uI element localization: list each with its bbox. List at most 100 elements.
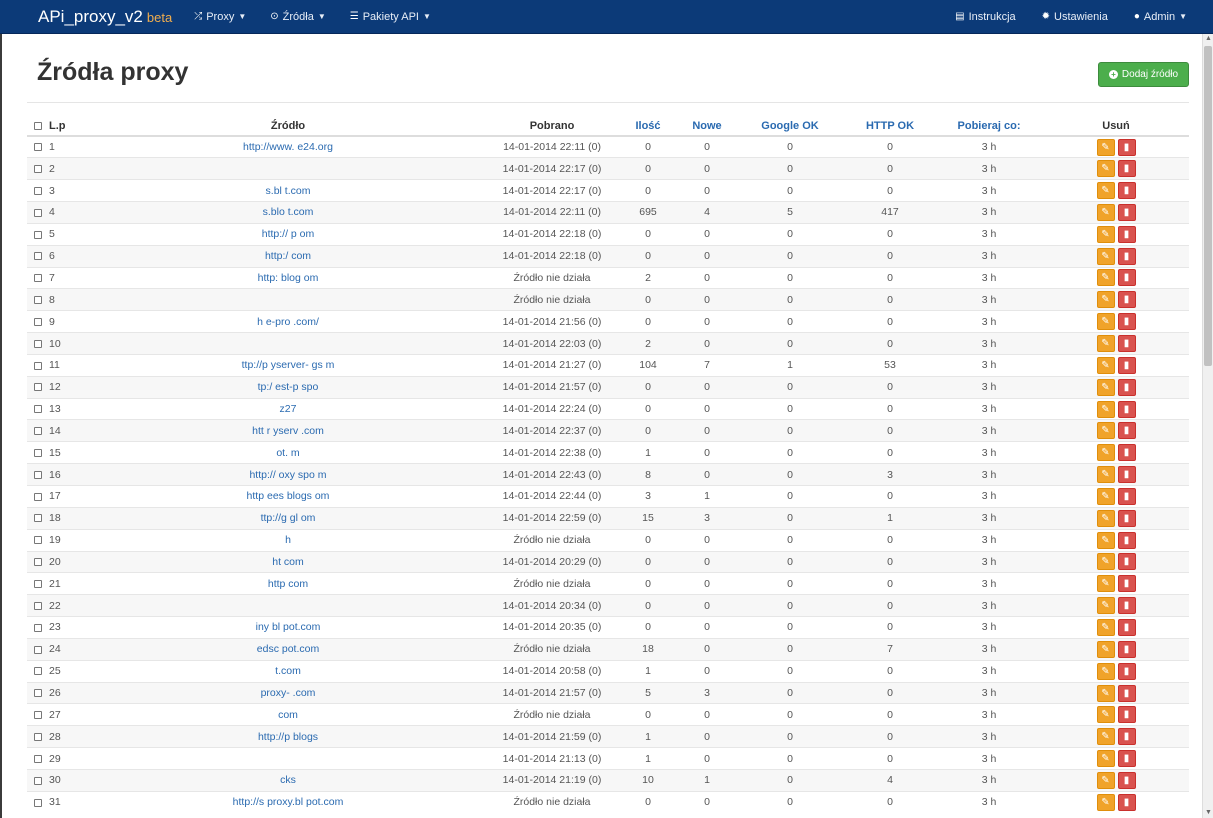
edit-pencil-icon[interactable]: ✎	[1096, 444, 1115, 462]
row-source[interactable]	[89, 157, 487, 180]
row-checkbox[interactable]	[34, 252, 42, 261]
delete-trash-icon[interactable]: ▮	[1117, 313, 1136, 331]
delete-trash-icon[interactable]: ▮	[1117, 378, 1136, 396]
edit-pencil-icon[interactable]: ✎	[1096, 138, 1115, 156]
edit-pencil-icon[interactable]: ✎	[1096, 618, 1115, 636]
delete-trash-icon[interactable]: ▮	[1117, 466, 1136, 484]
nav-proxy-menu[interactable]: ⤮ Proxy ▼	[194, 11, 246, 23]
row-checkbox[interactable]	[34, 711, 42, 720]
row-source[interactable]: http:// oxy spo m	[89, 463, 487, 486]
add-source-button[interactable]: + Dodaj źródło	[1098, 62, 1189, 87]
edit-pencil-icon[interactable]: ✎	[1096, 203, 1115, 221]
edit-pencil-icon[interactable]: ✎	[1096, 706, 1115, 724]
edit-pencil-icon[interactable]: ✎	[1096, 575, 1115, 593]
row-source[interactable]: com	[89, 703, 487, 726]
row-source[interactable]: http ees blogs om	[89, 485, 487, 508]
row-checkbox[interactable]	[34, 143, 42, 152]
edit-pencil-icon[interactable]: ✎	[1096, 487, 1115, 505]
delete-trash-icon[interactable]: ▮	[1117, 444, 1136, 462]
row-source[interactable]	[89, 747, 487, 770]
row-checkbox[interactable]	[34, 405, 42, 414]
edit-pencil-icon[interactable]: ✎	[1096, 793, 1115, 811]
row-source[interactable]: s.blo t.com	[89, 201, 487, 224]
row-checkbox[interactable]	[34, 383, 42, 392]
nav-zrodla-menu[interactable]: ⊙ Źródła ▼	[270, 11, 326, 23]
row-source[interactable]: tp:/ est-p spo	[89, 375, 487, 399]
col-new[interactable]: Nowe	[679, 117, 735, 137]
row-source[interactable]	[89, 594, 487, 617]
delete-trash-icon[interactable]: ▮	[1117, 509, 1136, 527]
row-checkbox[interactable]	[34, 230, 42, 239]
col-http-ok[interactable]: HTTP OK	[845, 117, 935, 137]
row-checkbox[interactable]	[34, 339, 42, 348]
nav-instrukcja[interactable]: ▤ Instrukcja	[955, 11, 1016, 23]
row-checkbox[interactable]	[34, 558, 42, 567]
delete-trash-icon[interactable]: ▮	[1117, 182, 1136, 200]
row-source[interactable]: cks	[89, 768, 487, 792]
row-source[interactable]: iny bl pot.com	[89, 616, 487, 639]
edit-pencil-icon[interactable]: ✎	[1096, 291, 1115, 309]
delete-trash-icon[interactable]: ▮	[1117, 662, 1136, 680]
row-checkbox[interactable]	[34, 667, 42, 676]
edit-pencil-icon[interactable]: ✎	[1096, 225, 1115, 243]
row-checkbox[interactable]	[34, 689, 42, 698]
edit-pencil-icon[interactable]: ✎	[1096, 771, 1115, 789]
nav-pakiety-menu[interactable]: ☰ Pakiety API ▼	[350, 11, 431, 23]
edit-pencil-icon[interactable]: ✎	[1096, 378, 1115, 396]
row-source[interactable]: http:// p om	[89, 222, 487, 246]
row-checkbox[interactable]	[34, 776, 42, 785]
row-source[interactable]: ttp://g gl om	[89, 506, 487, 530]
edit-pencil-icon[interactable]: ✎	[1096, 269, 1115, 287]
row-source[interactable]: t.com	[89, 659, 487, 683]
edit-pencil-icon[interactable]: ✎	[1096, 182, 1115, 200]
delete-trash-icon[interactable]: ▮	[1117, 771, 1136, 789]
scrollbar[interactable]: ▲ ▼	[1202, 34, 1213, 818]
row-checkbox[interactable]	[34, 427, 42, 436]
select-all-checkbox[interactable]	[34, 122, 42, 131]
delete-trash-icon[interactable]: ▮	[1117, 160, 1136, 178]
row-checkbox[interactable]	[34, 164, 42, 173]
delete-trash-icon[interactable]: ▮	[1117, 793, 1136, 811]
row-source[interactable]	[89, 288, 487, 311]
edit-pencil-icon[interactable]: ✎	[1096, 160, 1115, 178]
scroll-up-icon[interactable]: ▲	[1203, 34, 1213, 44]
row-source[interactable]: edsc pot.com	[89, 637, 487, 661]
row-checkbox[interactable]	[34, 580, 42, 589]
row-source[interactable]: proxy- .com	[89, 681, 487, 704]
row-checkbox[interactable]	[34, 208, 42, 217]
edit-pencil-icon[interactable]: ✎	[1096, 400, 1115, 418]
row-source[interactable]: http com	[89, 572, 487, 595]
row-source[interactable]: http://www. e24.org	[89, 135, 487, 158]
row-checkbox[interactable]	[34, 492, 42, 501]
row-checkbox[interactable]	[34, 448, 42, 457]
row-checkbox[interactable]	[34, 601, 42, 610]
row-source[interactable]: ttp://p yserver- gs m	[89, 353, 487, 377]
delete-trash-icon[interactable]: ▮	[1117, 138, 1136, 156]
row-checkbox[interactable]	[34, 274, 42, 283]
edit-pencil-icon[interactable]: ✎	[1096, 356, 1115, 374]
col-fetch-every[interactable]: Pobieraj co:	[935, 117, 1043, 137]
row-source[interactable]: s.bl t.com	[89, 179, 487, 202]
delete-trash-icon[interactable]: ▮	[1117, 728, 1136, 746]
row-checkbox[interactable]	[34, 623, 42, 632]
row-checkbox[interactable]	[34, 754, 42, 763]
delete-trash-icon[interactable]: ▮	[1117, 618, 1136, 636]
edit-pencil-icon[interactable]: ✎	[1096, 662, 1115, 680]
edit-pencil-icon[interactable]: ✎	[1096, 750, 1115, 768]
edit-pencil-icon[interactable]: ✎	[1096, 597, 1115, 615]
delete-trash-icon[interactable]: ▮	[1117, 553, 1136, 571]
delete-trash-icon[interactable]: ▮	[1117, 335, 1136, 353]
edit-pencil-icon[interactable]: ✎	[1096, 684, 1115, 702]
delete-trash-icon[interactable]: ▮	[1117, 269, 1136, 287]
delete-trash-icon[interactable]: ▮	[1117, 750, 1136, 768]
row-source[interactable]: htt r yserv .com	[89, 419, 487, 442]
row-checkbox[interactable]	[34, 470, 42, 479]
row-checkbox[interactable]	[34, 798, 42, 807]
row-source[interactable]: h e-pro .com/	[89, 310, 487, 333]
nav-ustawienia[interactable]: ✹ Ustawienia	[1042, 11, 1108, 23]
nav-admin-menu[interactable]: ● Admin ▼	[1134, 11, 1187, 23]
edit-pencil-icon[interactable]: ✎	[1096, 422, 1115, 440]
edit-pencil-icon[interactable]: ✎	[1096, 640, 1115, 658]
row-source[interactable]: http:/ com	[89, 244, 487, 268]
row-source[interactable]: ot. m	[89, 441, 487, 464]
